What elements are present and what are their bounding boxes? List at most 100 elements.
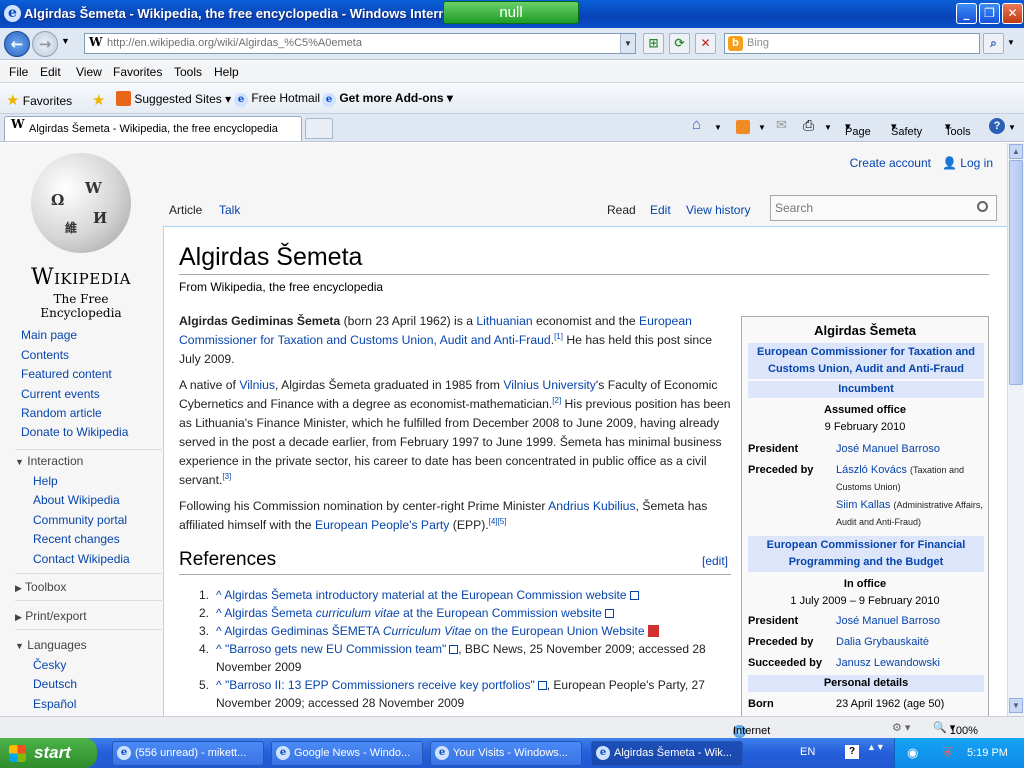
- reference-link[interactable]: Algirdas Šemeta introductory material at…: [224, 588, 626, 602]
- suggested-sites-link[interactable]: Suggested Sites ▾: [116, 91, 231, 106]
- home-icon[interactable]: ⌂: [692, 116, 701, 133]
- language-link-deutsch[interactable]: Deutsch: [33, 677, 77, 691]
- reference-link[interactable]: Algirdas Gediminas ŠEMETA Curriculum Vit…: [224, 624, 644, 638]
- link-janusz-lewandowski[interactable]: Janusz Lewandowski: [836, 655, 986, 672]
- infobox-incumbent[interactable]: Incumbent: [748, 381, 984, 398]
- sidebar-item-donate[interactable]: Donate to Wikipedia: [21, 425, 128, 439]
- safety-menu[interactable]: Safety ▾: [891, 120, 922, 138]
- close-button[interactable]: ✕: [1002, 3, 1023, 24]
- forward-button[interactable]: →: [32, 31, 58, 57]
- print-icon[interactable]: ⎙: [803, 117, 814, 134]
- edit-section-link[interactable]: [edit]: [702, 554, 728, 568]
- stop-icon[interactable]: ✕: [695, 33, 716, 54]
- sidebar-item-current-events[interactable]: Current events: [21, 387, 100, 401]
- tab-talk[interactable]: Talk: [219, 203, 240, 217]
- citation-link[interactable]: [1]: [554, 332, 563, 341]
- create-account-link[interactable]: Create account: [850, 156, 931, 170]
- restore-button[interactable]: ❐: [979, 3, 1000, 24]
- toolbox-header[interactable]: ▶ Toolbox: [15, 580, 66, 594]
- favorites-button[interactable]: ★ Favorites: [6, 91, 72, 109]
- reference-link[interactable]: Algirdas Šemeta curriculum vitae at the …: [224, 606, 602, 620]
- tab-active[interactable]: W Algirdas Šemeta - Wikipedia, the free …: [4, 116, 302, 141]
- tab-edit[interactable]: Edit: [650, 203, 671, 217]
- link-siim-kallas[interactable]: Siim Kallas: [836, 499, 890, 511]
- backlink-caret[interactable]: ^: [216, 642, 222, 656]
- clock[interactable]: 5:19 PM: [967, 747, 1008, 759]
- feeds-dropdown-icon[interactable]: ▼: [758, 123, 766, 132]
- tab-view-history[interactable]: View history: [686, 203, 750, 217]
- print-export-header[interactable]: ▶ Print/export: [15, 609, 87, 623]
- taskbar-item-google-news[interactable]: e Google News - Windo...: [271, 741, 423, 766]
- scrollbar-thumb[interactable]: [1009, 160, 1023, 385]
- backlink-caret[interactable]: ^: [216, 678, 222, 692]
- languages-header[interactable]: ▼ Languages: [15, 638, 87, 652]
- scroll-up-arrow-icon[interactable]: ▲: [1009, 144, 1023, 159]
- link-barroso[interactable]: José Manuel Barroso: [836, 441, 986, 458]
- address-field[interactable]: W http://en.wikipedia.org/wiki/Algirdas_…: [84, 33, 636, 54]
- link-vilnius[interactable]: Vilnius: [239, 378, 275, 392]
- back-button[interactable]: ←: [4, 31, 30, 57]
- security-shield-icon[interactable]: ⛨: [943, 745, 953, 761]
- search-go-icon[interactable]: ⌕: [983, 33, 1004, 54]
- search-box[interactable]: b Bing: [724, 33, 980, 54]
- sidebar-item-help[interactable]: Help: [33, 474, 58, 488]
- link-laszlo-kovacs[interactable]: László Kovács: [836, 464, 907, 476]
- search-options-dropdown-icon[interactable]: ▼: [1007, 38, 1015, 47]
- wikipedia-logo[interactable]: Ω W И 維 Wikipedia The Free Encyclopedia: [18, 153, 144, 320]
- language-indicator[interactable]: EN: [800, 746, 815, 758]
- search-icon[interactable]: [977, 201, 988, 212]
- get-addons-link[interactable]: e Get more Add-ons ▾: [322, 91, 453, 107]
- address-dropdown-icon[interactable]: ▼: [620, 34, 635, 53]
- vertical-scrollbar[interactable]: ▲ ▼: [1007, 143, 1024, 716]
- backlink-caret[interactable]: ^: [216, 624, 222, 638]
- print-dropdown-icon[interactable]: ▼: [824, 123, 832, 132]
- sidebar-item-featured-content[interactable]: Featured content: [21, 367, 112, 381]
- log-in-link[interactable]: Log in: [960, 156, 993, 170]
- citation-link[interactable]: [3]: [222, 472, 231, 481]
- zoom-control[interactable]: 🔍 100% ▾: [933, 721, 978, 737]
- link-andrius-kubilius[interactable]: Andrius Kubilius: [548, 499, 635, 513]
- reference-link[interactable]: "Barroso gets new EU Commission team": [225, 642, 446, 656]
- tab-article[interactable]: Article: [169, 203, 202, 217]
- taskbar-item-your-visits[interactable]: e Your Visits - Windows...: [430, 741, 582, 766]
- language-link-cesky[interactable]: Česky: [33, 658, 66, 672]
- language-link-espanol[interactable]: Español: [33, 697, 76, 711]
- taskbar-item-algirdas-semeta[interactable]: e Algirdas Šemeta - Wik...: [591, 741, 743, 766]
- feeds-icon[interactable]: [736, 120, 750, 134]
- menu-view[interactable]: View: [76, 65, 102, 79]
- network-icon[interactable]: ◉: [907, 745, 918, 761]
- citation-link[interactable]: [4][5]: [489, 517, 507, 526]
- taskbar-item-mail[interactable]: e (556 unread) - mikett...: [112, 741, 264, 766]
- scroll-down-arrow-icon[interactable]: ▼: [1009, 698, 1023, 713]
- help-icon[interactable]: ?: [989, 118, 1005, 134]
- menu-help[interactable]: Help: [214, 65, 239, 79]
- sidebar-item-about-wikipedia[interactable]: About Wikipedia: [33, 493, 120, 507]
- recent-pages-dropdown-icon[interactable]: ▼: [61, 36, 70, 46]
- tray-expand-icon[interactable]: ▲▼: [867, 742, 885, 752]
- reference-link[interactable]: "Barroso II: 13 EPP Commissioners receiv…: [225, 678, 535, 692]
- refresh-icon[interactable]: ⟳: [669, 33, 690, 54]
- help-tray-icon[interactable]: ?: [845, 745, 859, 759]
- sidebar-item-recent-changes[interactable]: Recent changes: [33, 532, 120, 546]
- page-menu[interactable]: Page ▾: [845, 120, 871, 138]
- minimize-button[interactable]: _: [956, 3, 977, 24]
- start-button[interactable]: start: [0, 738, 97, 768]
- new-tab-button[interactable]: [305, 118, 333, 139]
- backlink-caret[interactable]: ^: [216, 588, 222, 602]
- menu-tools[interactable]: Tools: [174, 65, 202, 79]
- read-mail-icon[interactable]: ✉: [776, 117, 787, 133]
- home-dropdown-icon[interactable]: ▼: [714, 123, 722, 132]
- citation-link[interactable]: [2]: [552, 396, 561, 405]
- protected-mode-icon[interactable]: ⚙ ▾: [892, 721, 910, 734]
- link-epp[interactable]: European People's Party: [315, 518, 449, 532]
- infobox-office-budget[interactable]: European Commissioner for Financial Prog…: [748, 536, 984, 572]
- interaction-header[interactable]: ▼ Interaction: [15, 454, 83, 468]
- infobox-office-taxation[interactable]: European Commissioner for Taxation and C…: [748, 343, 984, 379]
- free-hotmail-link[interactable]: e Free Hotmail: [234, 91, 320, 107]
- tab-read[interactable]: Read: [607, 203, 636, 217]
- add-to-favorites-bar-icon[interactable]: ★: [92, 91, 105, 109]
- sidebar-item-community-portal[interactable]: Community portal: [33, 513, 127, 527]
- link-vilnius-university[interactable]: Vilnius University: [503, 378, 596, 392]
- sidebar-item-contact-wikipedia[interactable]: Contact Wikipedia: [33, 552, 130, 566]
- menu-edit[interactable]: Edit: [40, 65, 61, 79]
